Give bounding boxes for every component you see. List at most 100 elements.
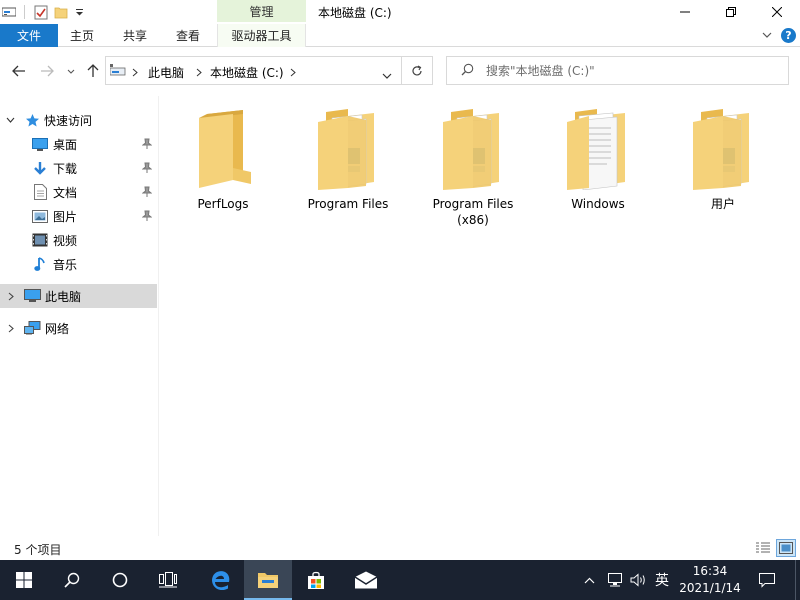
tab-drive-tools[interactable]: 驱动器工具 — [217, 24, 306, 47]
close-button[interactable] — [754, 0, 800, 24]
folder-icon — [318, 109, 374, 190]
clock-date: 2021/1/14 — [679, 581, 741, 595]
pin-icon[interactable] — [142, 162, 152, 174]
search-icon — [64, 572, 80, 588]
chevron-down-icon — [67, 69, 75, 74]
up-button[interactable] — [84, 61, 102, 81]
forward-button[interactable] — [38, 61, 56, 81]
nav-label: 此电脑 — [45, 289, 82, 304]
chevron-down-icon — [762, 32, 772, 38]
chevron-right-icon[interactable] — [8, 324, 14, 333]
details-view-button[interactable] — [753, 539, 773, 557]
folder-icon — [693, 109, 749, 190]
arrow-right-icon — [41, 65, 54, 77]
chevron-down-icon[interactable] — [6, 117, 15, 123]
pin-icon[interactable] — [142, 138, 152, 150]
breadcrumb-this-pc[interactable]: 此电脑 — [148, 64, 184, 81]
file-explorer-taskbar-button[interactable] — [244, 560, 292, 600]
chevron-right-icon[interactable] — [8, 292, 14, 301]
file-item[interactable]: Program Files — [293, 108, 403, 212]
computer-icon — [24, 289, 41, 302]
file-list: PerfLogs Program Files Program Files (x8 — [160, 96, 800, 536]
nav-item-videos[interactable]: 视频 — [0, 228, 157, 252]
clock[interactable]: 16:34 2021/1/14 — [672, 563, 748, 597]
start-button[interactable] — [0, 560, 48, 600]
mail-icon — [354, 571, 378, 589]
show-desktop-button[interactable] — [795, 560, 800, 600]
show-hidden-icons-button[interactable] — [580, 560, 598, 600]
system-menu-icon[interactable] — [0, 0, 18, 24]
tab-file[interactable]: 文件 — [0, 24, 58, 47]
file-item[interactable]: 用户 — [668, 108, 778, 212]
ribbon-tabs: 文件 主页 共享 查看 驱动器工具 ? — [0, 24, 800, 47]
volume-button[interactable] — [628, 560, 650, 600]
network-status-button[interactable] — [604, 560, 626, 600]
address-history-icon[interactable] — [382, 68, 392, 82]
volume-icon — [630, 573, 645, 587]
drive-icon — [109, 64, 126, 81]
nav-label: 快速访问 — [44, 113, 93, 128]
file-name: 用户 — [710, 197, 735, 211]
edge-icon — [212, 571, 230, 591]
search-box[interactable]: 搜索"本地磁盘 (C:)" — [446, 56, 789, 85]
notification-icon — [759, 572, 775, 588]
minimize-button[interactable] — [662, 0, 708, 24]
nav-item-pictures[interactable]: 图片 — [0, 204, 157, 228]
nav-this-pc[interactable]: 此电脑 — [0, 284, 157, 308]
restore-button[interactable] — [708, 0, 754, 24]
file-item[interactable]: Program Files (x86) — [418, 108, 528, 228]
chevron-up-icon — [584, 577, 594, 583]
mail-button[interactable] — [342, 560, 390, 600]
nav-item-music[interactable]: 音乐 — [0, 252, 157, 276]
new-folder-icon[interactable] — [51, 0, 71, 24]
address-bar[interactable]: 此电脑 本地磁盘 (C:) — [105, 56, 402, 85]
customize-toolbar-icon[interactable] — [71, 0, 87, 24]
file-name: Windows — [571, 197, 625, 211]
nav-item-documents[interactable]: 文档 — [0, 180, 157, 204]
empty-folder-icon — [199, 110, 251, 188]
tab-home[interactable]: 主页 — [58, 24, 106, 47]
breadcrumb-separator-icon — [196, 66, 202, 80]
taskbar-search-button[interactable] — [48, 560, 96, 600]
recent-locations-button[interactable] — [64, 61, 78, 81]
task-view-button[interactable] — [144, 560, 192, 600]
tab-share[interactable]: 共享 — [109, 24, 161, 47]
file-item[interactable]: Windows — [543, 108, 653, 212]
help-button[interactable]: ? — [781, 28, 796, 43]
video-icon — [32, 233, 48, 247]
task-view-icon — [159, 572, 177, 588]
tab-view[interactable]: 查看 — [164, 24, 212, 47]
title-bar: 管理 本地磁盘 (C:) — [0, 0, 800, 24]
refresh-button[interactable] — [402, 56, 433, 85]
context-group-manage: 管理 — [217, 0, 306, 22]
edge-button[interactable] — [196, 560, 244, 600]
folder-documents-icon — [567, 109, 625, 190]
restore-icon — [726, 7, 736, 17]
file-item[interactable]: PerfLogs — [168, 108, 278, 212]
breadcrumb-local-disk[interactable]: 本地磁盘 (C:) — [210, 64, 284, 81]
navigation-pane: 快速访问 桌面 下载 文档 图片 视频 音乐 此电脑 网络 — [0, 106, 157, 536]
cortana-button[interactable] — [96, 560, 144, 600]
pane-divider[interactable] — [158, 96, 159, 536]
nav-label: 文档 — [53, 185, 78, 200]
nav-item-desktop[interactable]: 桌面 — [0, 132, 157, 156]
nav-label: 网络 — [45, 321, 70, 336]
store-button[interactable] — [292, 560, 340, 600]
pin-icon[interactable] — [142, 210, 152, 222]
taskbar: 英 16:34 2021/1/14 — [0, 560, 800, 600]
properties-icon[interactable] — [31, 0, 51, 24]
pin-icon[interactable] — [142, 186, 152, 198]
input-method-indicator[interactable]: 英 — [652, 560, 672, 600]
status-bar: 5 个项目 — [0, 536, 800, 560]
star-icon — [26, 113, 39, 126]
nav-network[interactable]: 网络 — [0, 316, 157, 340]
nav-item-downloads[interactable]: 下载 — [0, 156, 157, 180]
nav-quick-access[interactable]: 快速访问 — [0, 108, 157, 132]
action-center-button[interactable] — [752, 560, 782, 600]
document-icon — [34, 184, 47, 200]
expand-ribbon-button[interactable] — [760, 28, 774, 42]
large-icons-view-button[interactable] — [776, 539, 796, 557]
nav-label: 桌面 — [53, 137, 78, 152]
breadcrumb-separator-icon — [132, 66, 138, 80]
back-button[interactable] — [10, 61, 28, 81]
